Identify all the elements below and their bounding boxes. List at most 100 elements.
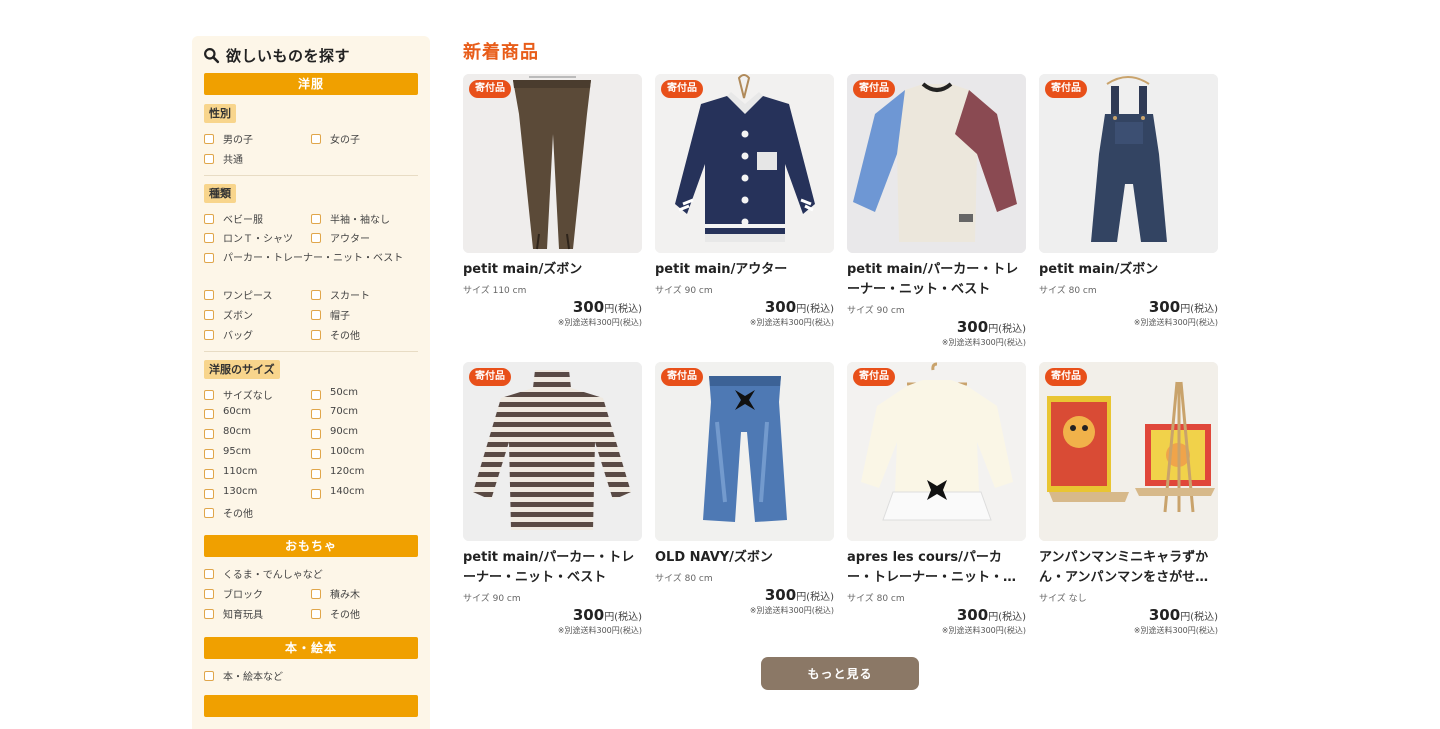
option-label: 50cm [330, 386, 358, 398]
checkbox-type-short-sleeve[interactable]: 半袖・袖なし [311, 211, 418, 231]
product-image[interactable]: 寄付品 [1039, 362, 1218, 541]
price-unit: 円(税込) [1180, 612, 1218, 623]
checkbox-size-60[interactable]: 60cm [204, 406, 311, 426]
checkbox-size-none[interactable]: サイズなし [204, 387, 311, 407]
checkbox-toy-vehicles[interactable]: くるま・でんしゃなど [204, 566, 418, 586]
checkbox-toy-other[interactable]: その他 [311, 606, 418, 626]
checkbox-box[interactable] [311, 488, 321, 499]
checkbox-gender-girl[interactable]: 女の子 [311, 131, 418, 151]
checkbox-box[interactable] [311, 309, 321, 320]
category-bar-books[interactable]: 本・絵本 [204, 636, 418, 659]
checkbox-type-outer[interactable]: アウター [311, 230, 418, 250]
checkbox-size-110[interactable]: 110cm [204, 466, 311, 486]
checkbox-type-pants[interactable]: ズボン [204, 307, 311, 327]
checkbox-box[interactable] [204, 468, 214, 479]
product-image[interactable]: 寄付品 [655, 362, 834, 541]
checkbox-box[interactable] [204, 409, 214, 420]
checkbox-box[interactable] [204, 290, 214, 301]
checkbox-type-onepiece[interactable]: ワンピース [204, 287, 311, 307]
checkbox-box[interactable] [311, 329, 321, 340]
checkbox-box[interactable] [311, 448, 321, 459]
checkbox-box[interactable] [204, 448, 214, 459]
checkbox-size-100[interactable]: 100cm [311, 446, 418, 466]
checkbox-type-hat[interactable]: 帽子 [311, 307, 418, 327]
checkbox-box[interactable] [204, 488, 214, 499]
checkbox-box[interactable] [204, 508, 214, 519]
checkbox-book-all[interactable]: 本・絵本など [204, 668, 418, 688]
checkbox-size-90[interactable]: 90cm [311, 426, 418, 446]
category-bar-next[interactable] [204, 695, 418, 718]
product-card[interactable]: 寄付品 petit main/ズボン サイズ 80 cm 300円(税込) ※別… [1039, 74, 1218, 328]
checkbox-size-70[interactable]: 70cm [311, 406, 418, 426]
product-card[interactable]: 寄付品 アンパンマンミニキャラずかん・アンパンマンをさがせ… サイズ なし 30… [1039, 362, 1218, 636]
sidebar-title: 欲しいものを探す [226, 46, 351, 65]
checkbox-box[interactable] [204, 153, 214, 164]
checkbox-box[interactable] [204, 329, 214, 340]
product-image[interactable]: 寄付品 [655, 74, 834, 253]
checkbox-box[interactable] [204, 670, 214, 681]
checkbox-gender-common[interactable]: 共通 [204, 151, 311, 171]
checkbox-size-50[interactable]: 50cm [311, 387, 418, 407]
checkbox-box[interactable] [204, 608, 214, 619]
product-image[interactable]: 寄付品 [847, 362, 1026, 541]
more-button[interactable]: もっと見る [761, 657, 919, 690]
search-icon [204, 47, 220, 63]
checkbox-box[interactable] [204, 429, 214, 440]
category-bar-clothes[interactable]: 洋服 [204, 73, 418, 95]
checkbox-type-long-tee[interactable]: ロンＴ・シャツ [204, 230, 311, 250]
product-price: 300円(税込) [847, 318, 1026, 336]
product-name[interactable]: petit main/ズボン [463, 260, 642, 280]
checkbox-type-skirt[interactable]: スカート [311, 287, 418, 307]
checkbox-box[interactable] [204, 233, 214, 244]
product-card[interactable]: 寄付品 petit main/パーカー・トレーナー・ニット・ベスト サイズ 90… [847, 74, 1026, 348]
checkbox-box[interactable] [204, 213, 214, 224]
checkbox-size-140[interactable]: 140cm [311, 486, 418, 506]
checkbox-type-hoodie[interactable]: パーカー・トレーナー・ニット・ベスト [204, 250, 418, 287]
checkbox-size-80[interactable]: 80cm [204, 426, 311, 446]
checkbox-size-120[interactable]: 120cm [311, 466, 418, 486]
checkbox-box[interactable] [311, 233, 321, 244]
product-image[interactable]: 寄付品 [1039, 74, 1218, 253]
product-card[interactable]: 寄付品 OLD NAVY/ズボン サイズ 80 cm 300円(税込) ※別途送… [655, 362, 834, 616]
checkbox-type-baby[interactable]: ベビー服 [204, 211, 311, 231]
product-card[interactable]: 寄付品 petit main/パーカー・トレーナー・ニット・ベスト サイズ 90… [463, 362, 642, 636]
checkbox-gender-boy[interactable]: 男の子 [204, 131, 311, 151]
checkbox-box[interactable] [204, 588, 214, 599]
product-name[interactable]: OLD NAVY/ズボン [655, 548, 834, 568]
checkbox-box[interactable] [311, 409, 321, 420]
product-card[interactable]: 寄付品 petit main/ズボン サイズ 110 cm 300円(税込) ※… [463, 74, 642, 328]
checkbox-type-other[interactable]: その他 [311, 327, 418, 347]
checkbox-toy-blocks[interactable]: ブロック [204, 586, 311, 606]
checkbox-toy-wood-blocks[interactable]: 積み木 [311, 586, 418, 606]
checkbox-box[interactable] [311, 213, 321, 224]
checkbox-box[interactable] [204, 389, 214, 400]
product-name[interactable]: petit main/パーカー・トレーナー・ニット・ベスト [847, 260, 1026, 300]
checkbox-toy-educational[interactable]: 知育玩具 [204, 606, 311, 626]
checkbox-size-130[interactable]: 130cm [204, 486, 311, 506]
checkbox-box[interactable] [204, 134, 214, 144]
checkbox-box[interactable] [311, 608, 321, 619]
product-card[interactable]: 寄付品 petit main/アウター サイズ 90 cm 300円(税込) ※… [655, 74, 834, 328]
product-name[interactable]: petit main/パーカー・トレーナー・ニット・ベスト [463, 548, 642, 588]
category-bar-toys[interactable]: おもちゃ [204, 535, 418, 558]
product-name[interactable]: アンパンマンミニキャラずかん・アンパンマンをさがせ… [1039, 548, 1218, 588]
checkbox-box[interactable] [204, 569, 214, 580]
checkbox-box[interactable] [204, 309, 214, 320]
checkbox-box[interactable] [311, 429, 321, 440]
checkbox-box[interactable] [311, 468, 321, 479]
product-image[interactable]: 寄付品 [463, 74, 642, 253]
product-image[interactable]: 寄付品 [463, 362, 642, 541]
product-size: サイズ なし [1039, 594, 1087, 604]
checkbox-size-other[interactable]: その他 [204, 505, 311, 525]
checkbox-box[interactable] [311, 134, 321, 144]
product-name[interactable]: petit main/アウター [655, 260, 834, 280]
checkbox-type-bag[interactable]: バッグ [204, 327, 311, 347]
checkbox-box[interactable] [311, 290, 321, 301]
checkbox-box[interactable] [311, 588, 321, 599]
product-card[interactable]: 寄付品 apres les cours/パーカー・トレーナー・ニット・… サイズ… [847, 362, 1026, 636]
checkbox-size-95[interactable]: 95cm [204, 446, 311, 466]
product-name[interactable]: apres les cours/パーカー・トレーナー・ニット・… [847, 548, 1026, 588]
product-image[interactable]: 寄付品 [847, 74, 1026, 253]
product-name[interactable]: petit main/ズボン [1039, 260, 1218, 280]
checkbox-box[interactable] [311, 389, 321, 400]
